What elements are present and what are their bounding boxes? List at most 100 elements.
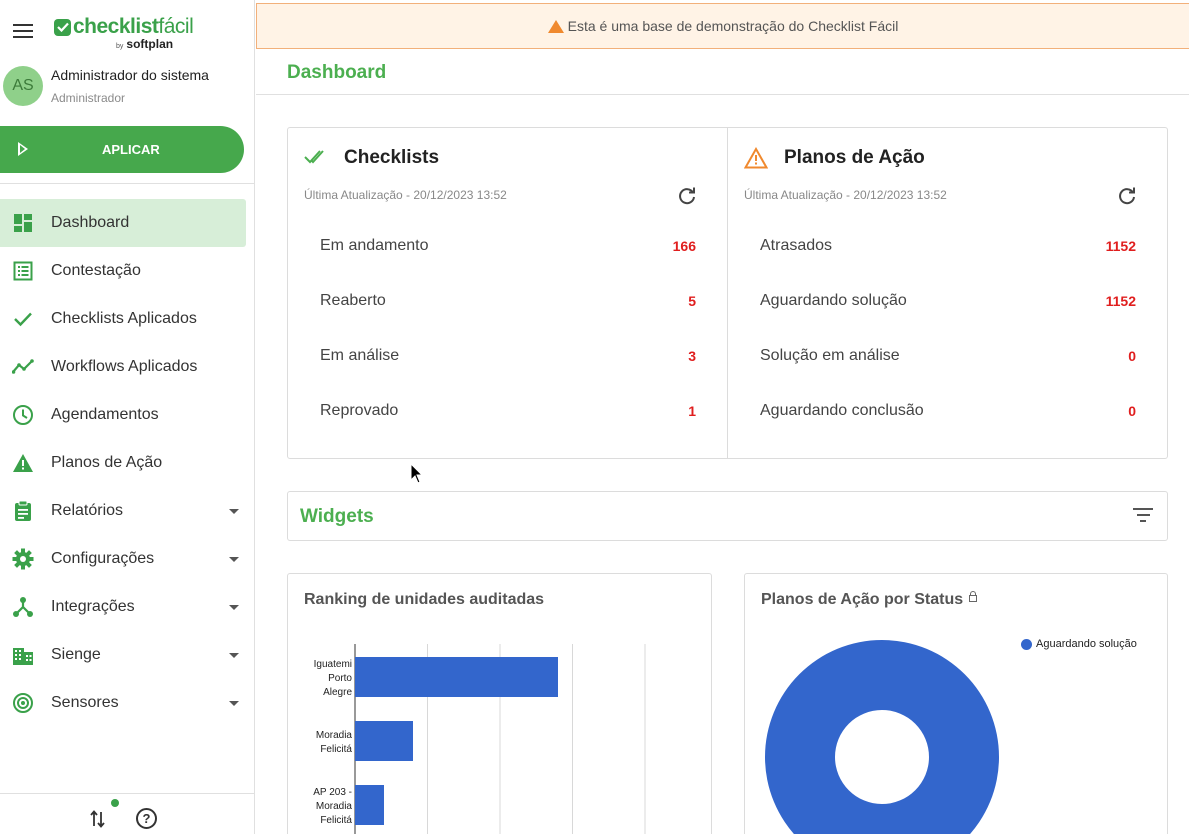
sidebar-item-relatorios[interactable]: Relatórios <box>0 487 246 535</box>
sidebar-item-integracoes[interactable]: Integrações <box>0 583 246 631</box>
demo-banner: Esta é uma base de demonstração do Check… <box>256 3 1189 49</box>
building-icon <box>12 644 34 666</box>
stat-row[interactable]: Aguardando conclusão 0 <box>760 402 1136 426</box>
sidebar-item-label: Agendamentos <box>51 406 159 423</box>
legend-dot <box>1021 638 1032 650</box>
stat-row[interactable]: Reprovado 1 <box>320 402 696 426</box>
planos-last-update: Última Atualização - 20/12/2023 13:52 <box>744 188 947 202</box>
demo-banner-text: Esta é uma base de demonstração do Check… <box>567 18 899 34</box>
sidebar-item-dashboard[interactable]: Dashboard <box>0 199 246 247</box>
bar[interactable] <box>355 785 384 825</box>
planos-title: Planos de Ação <box>784 147 925 168</box>
clipboard-icon <box>12 500 34 522</box>
planos-status-chart-card: Planos de Ação por Status Aguardando sol… <box>744 573 1168 834</box>
refresh-icon[interactable] <box>677 186 697 206</box>
sidebar-item-checklists-aplicados[interactable]: Checklists Aplicados <box>0 295 246 343</box>
chevron-down-icon[interactable] <box>229 652 239 658</box>
ranking-chart-title: Ranking de unidades auditadas <box>304 591 545 608</box>
checklists-panel: Checklists Última Atualização - 20/12/20… <box>288 128 728 458</box>
checklists-title: Checklists <box>344 147 440 168</box>
planos-panel: Planos de Ação Última Atualização - 20/1… <box>728 128 1168 458</box>
sidebar-item-label: Sienge <box>51 646 101 663</box>
stat-value[interactable]: 1 <box>688 403 696 419</box>
filter-icon[interactable] <box>1133 508 1153 524</box>
logo-text: checklist <box>73 15 159 38</box>
sidebar-item-label: Checklists Aplicados <box>51 310 197 327</box>
chevron-down-icon[interactable] <box>229 700 239 706</box>
sidebar-item-label: Dashboard <box>51 214 130 231</box>
sidebar-item-label: Contestação <box>51 262 141 279</box>
category-label: Moradia <box>316 730 353 741</box>
ranking-chart-card: Ranking de unidades auditadas Iguatemi Po… <box>287 573 712 834</box>
mouse-cursor-icon <box>410 463 424 484</box>
bar[interactable] <box>355 721 413 761</box>
sidebar-item-label: Relatórios <box>51 502 124 519</box>
stat-label: Aguardando solução <box>760 292 907 309</box>
page-title: Dashboard <box>287 62 387 83</box>
warning-outline-icon <box>743 146 770 169</box>
avatar[interactable]: AS <box>3 66 43 106</box>
warning-icon <box>12 452 34 474</box>
apply-button-label: APLICAR <box>102 142 160 157</box>
stat-value[interactable]: 0 <box>1128 403 1136 419</box>
sidebar-item-planos-de-acao[interactable]: Planos de Ação <box>0 439 246 487</box>
sidebar-item-configuracoes[interactable]: Configurações <box>0 535 246 583</box>
sidebar-item-sienge[interactable]: Sienge <box>0 631 246 679</box>
stat-value[interactable]: 166 <box>673 238 696 254</box>
stat-value[interactable]: 3 <box>688 348 696 364</box>
stat-row[interactable]: Em andamento 166 <box>320 237 696 261</box>
hamburger-menu-icon[interactable] <box>13 24 33 40</box>
bar[interactable] <box>355 657 558 697</box>
help-icon[interactable]: ? <box>136 808 157 829</box>
stat-value[interactable]: 0 <box>1128 348 1136 364</box>
category-label: Iguatemi <box>314 659 352 670</box>
sidebar-item-agendamentos[interactable]: Agendamentos <box>0 391 246 439</box>
sensor-icon <box>12 692 34 714</box>
stat-row[interactable]: Solução em análise 0 <box>760 347 1136 371</box>
legend-label: Aguardando solução <box>1036 638 1137 650</box>
sidebar-footer: ? <box>0 793 254 834</box>
check-icon <box>12 308 34 330</box>
category-label: Felicitá <box>320 815 352 826</box>
logo-company: softplan <box>126 37 174 51</box>
category-label: Felicitá <box>320 744 352 755</box>
sidebar-item-contestacao[interactable]: Contestação <box>0 247 246 295</box>
apply-button[interactable]: APLICAR <box>0 126 244 173</box>
trend-icon <box>12 356 34 378</box>
sync-icon[interactable] <box>90 810 106 828</box>
category-label: Moradia <box>316 801 353 812</box>
sidebar-item-sensores[interactable]: Sensores <box>0 679 246 727</box>
sidebar-divider <box>0 183 254 184</box>
summary-card: Checklists Última Atualização - 20/12/20… <box>287 127 1168 459</box>
sidebar-item-label: Configurações <box>51 550 155 567</box>
checklist-facil-logo[interactable]: checklist fácil by softplan <box>54 16 204 52</box>
stat-value[interactable]: 1152 <box>1106 238 1136 254</box>
sidebar: checklist fácil by softplan AS Administrad… <box>0 0 255 834</box>
stat-value[interactable]: 5 <box>688 293 696 309</box>
refresh-icon[interactable] <box>1117 186 1137 206</box>
stat-row[interactable]: Aguardando solução 1152 <box>760 292 1136 316</box>
stat-value[interactable]: 1152 <box>1106 293 1136 309</box>
stat-row[interactable]: Atrasados 1152 <box>760 237 1136 261</box>
sidebar-item-workflows-aplicados[interactable]: Workflows Aplicados <box>0 343 246 391</box>
chevron-down-icon[interactable] <box>229 508 239 514</box>
double-check-icon <box>304 147 330 169</box>
ranking-bar-chart: Iguatemi Porto Alegre Moradia Felicitá AP 203… <box>313 644 646 834</box>
stat-row[interactable]: Reaberto 5 <box>320 292 696 316</box>
lock-icon <box>969 591 978 602</box>
logo-check-icon <box>54 18 71 36</box>
category-label: Alegre <box>323 687 352 698</box>
pie-slice[interactable] <box>765 640 999 834</box>
stat-row[interactable]: Em análise 3 <box>320 347 696 371</box>
logo-text-facil: fácil <box>158 15 194 38</box>
stat-label: Reprovado <box>320 402 399 419</box>
category-label: Porto <box>328 673 352 684</box>
title-divider <box>256 94 1189 95</box>
chevron-down-icon[interactable] <box>229 604 239 610</box>
chart-legend[interactable]: Aguardando solução <box>1021 638 1137 650</box>
chevron-down-icon[interactable] <box>229 556 239 562</box>
logo-by: by <box>116 43 124 50</box>
planos-status-chart-title: Planos de Ação por Status <box>761 591 978 609</box>
list-icon <box>12 260 34 282</box>
user-profile[interactable]: AS Administrador do sistema Administrado… <box>3 66 253 110</box>
